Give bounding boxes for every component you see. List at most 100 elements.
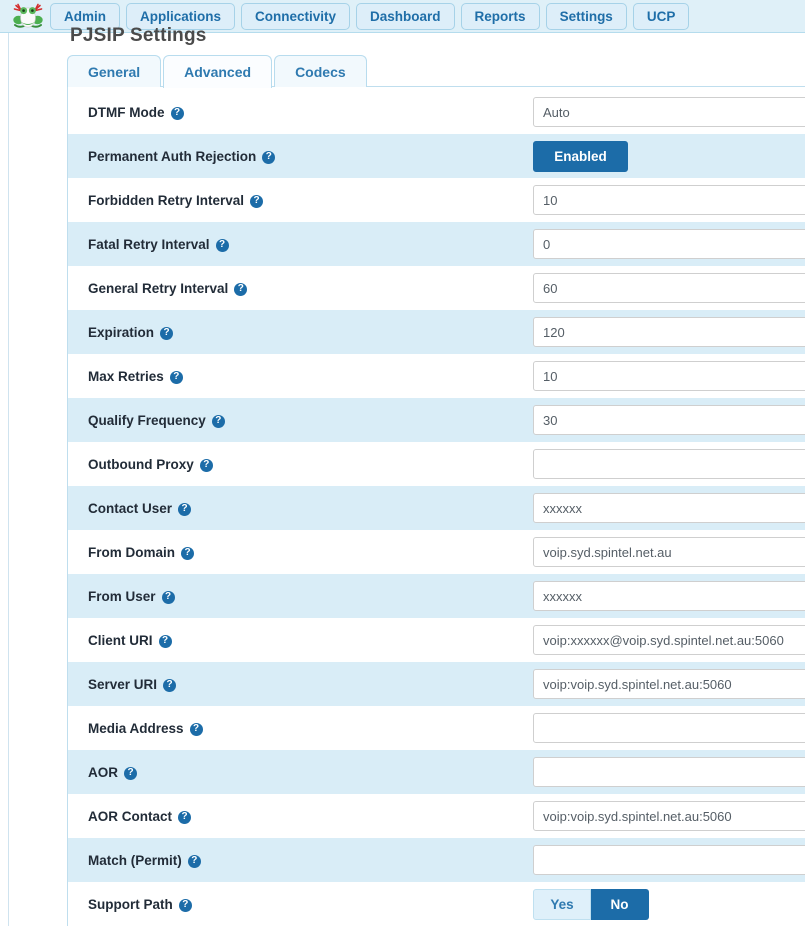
client-uri-input[interactable] xyxy=(533,625,805,655)
field-control xyxy=(533,537,805,567)
field-label: AOR Contact ? xyxy=(88,809,533,824)
general-retry-interval-input[interactable] xyxy=(533,273,805,303)
help-icon[interactable]: ? xyxy=(234,282,248,296)
support-path-yes-button[interactable]: Yes xyxy=(533,888,591,920)
help-icon[interactable]: ? xyxy=(178,898,192,912)
field-label-text: Match (Permit) xyxy=(88,852,182,868)
help-icon[interactable]: ? xyxy=(250,194,264,208)
form-row-contact-user: Contact User ? xyxy=(68,486,805,530)
field-label: Fatal Retry Interval ? xyxy=(88,237,533,252)
field-control: Yes No xyxy=(533,888,805,920)
field-label-text: Max Retries xyxy=(88,368,164,384)
nav-item-dashboard[interactable]: Dashboard xyxy=(356,2,455,30)
nav-item-connectivity[interactable]: Connectivity xyxy=(241,2,351,30)
field-label: AOR ? xyxy=(88,765,533,780)
nav-item-label: Admin xyxy=(64,8,106,24)
nav-item-label: Reports xyxy=(474,8,526,24)
form-row-from-user: From User ? xyxy=(68,574,805,618)
help-icon[interactable]: ? xyxy=(189,722,203,736)
qualify-frequency-input[interactable] xyxy=(533,405,805,435)
help-icon[interactable]: ? xyxy=(215,238,229,252)
expiration-input[interactable] xyxy=(533,317,805,347)
forbidden-retry-interval-input[interactable] xyxy=(533,185,805,215)
form-row-fatal-retry-interval: Fatal Retry Interval ? xyxy=(68,222,805,266)
help-icon[interactable]: ? xyxy=(170,106,184,120)
support-path-no-button[interactable]: No xyxy=(591,888,649,920)
field-control xyxy=(533,317,805,347)
field-label-text: General Retry Interval xyxy=(88,280,229,296)
dtmf-mode-input[interactable] xyxy=(533,97,805,127)
nav-item-label: UCP xyxy=(646,8,676,24)
match-permit-input[interactable] xyxy=(533,845,805,875)
tab-advanced[interactable]: Advanced xyxy=(163,55,273,88)
contact-user-input[interactable] xyxy=(533,493,805,523)
aor-contact-input[interactable] xyxy=(533,801,805,831)
help-icon[interactable]: ? xyxy=(124,766,137,780)
nav-item-settings[interactable]: Settings xyxy=(545,2,627,30)
page-root: Admin Applications Connectivity Dashboar… xyxy=(0,0,805,926)
form-row-media-address: Media Address ? xyxy=(68,706,805,750)
field-label-text: From User xyxy=(88,588,156,604)
form-row-outbound-proxy: Outbound Proxy ? xyxy=(68,442,805,486)
field-label: Qualify Frequency ? xyxy=(88,413,533,428)
field-control xyxy=(533,97,805,127)
max-retries-input[interactable] xyxy=(533,361,805,391)
support-path-toggle-group: Yes No xyxy=(533,888,649,920)
server-uri-input[interactable] xyxy=(533,669,805,699)
from-user-input[interactable] xyxy=(533,581,805,611)
field-label: Contact User ? xyxy=(88,501,533,516)
from-domain-input[interactable] xyxy=(533,537,805,567)
form-row-aor-contact: AOR Contact ? xyxy=(68,794,805,838)
help-icon[interactable]: ? xyxy=(178,810,191,824)
field-label-text: Expiration xyxy=(88,324,155,340)
help-icon[interactable]: ? xyxy=(158,634,172,648)
freepbx-frog-logo-icon[interactable] xyxy=(6,1,50,32)
outbound-proxy-input[interactable] xyxy=(533,449,805,479)
tab-codecs[interactable]: Codecs xyxy=(274,55,367,87)
tab-label: General xyxy=(88,63,141,80)
field-control xyxy=(533,801,805,831)
field-label: Support Path ? xyxy=(88,897,533,912)
help-icon[interactable]: ? xyxy=(178,502,192,516)
field-label-text: Qualify Frequency xyxy=(88,412,206,428)
help-icon[interactable]: ? xyxy=(199,458,213,472)
page-title: PJSIP Settings xyxy=(70,25,207,46)
form-row-client-uri: Client URI ? xyxy=(68,618,805,662)
help-icon[interactable]: ? xyxy=(163,678,177,692)
help-icon[interactable]: ? xyxy=(211,414,225,428)
field-label-text: Support Path xyxy=(88,896,173,912)
help-icon[interactable]: ? xyxy=(160,326,174,340)
media-address-input[interactable] xyxy=(533,713,805,743)
help-icon[interactable]: ? xyxy=(187,854,201,868)
aor-input[interactable] xyxy=(533,757,805,787)
content-area: PJSIP Settings General Advanced Codecs D… xyxy=(10,25,805,926)
permanent-auth-rejection-enabled-button[interactable]: Enabled xyxy=(533,140,628,172)
field-label: From User ? xyxy=(88,589,533,604)
button-label: Yes xyxy=(550,896,574,912)
help-icon[interactable]: ? xyxy=(181,546,195,560)
help-icon[interactable]: ? xyxy=(161,590,175,604)
help-icon[interactable]: ? xyxy=(169,370,183,384)
field-control: Enabled xyxy=(533,140,805,172)
field-control xyxy=(533,625,805,655)
form-row-expiration: Expiration ? xyxy=(68,310,805,354)
field-label-text: Outbound Proxy xyxy=(88,456,194,472)
field-label-text: DTMF Mode xyxy=(88,104,165,120)
nav-item-ucp[interactable]: UCP xyxy=(632,2,690,30)
nav-item-label: Dashboard xyxy=(370,8,441,24)
fatal-retry-interval-input[interactable] xyxy=(533,229,805,259)
tab-general[interactable]: General xyxy=(67,55,162,87)
nav-item-reports[interactable]: Reports xyxy=(460,2,540,30)
field-label-text: From Domain xyxy=(88,544,176,560)
field-control xyxy=(533,493,805,523)
help-icon[interactable]: ? xyxy=(262,150,276,164)
form-row-qualify-frequency: Qualify Frequency ? xyxy=(68,398,805,442)
field-label: General Retry Interval ? xyxy=(88,281,533,296)
field-control xyxy=(533,669,805,699)
form-row-from-domain: From Domain ? xyxy=(68,530,805,574)
field-label: Outbound Proxy ? xyxy=(88,457,533,472)
field-label-text: Media Address xyxy=(88,720,184,736)
field-control xyxy=(533,361,805,391)
form-row-match-permit: Match (Permit) ? xyxy=(68,838,805,882)
field-label: Max Retries ? xyxy=(88,369,533,384)
